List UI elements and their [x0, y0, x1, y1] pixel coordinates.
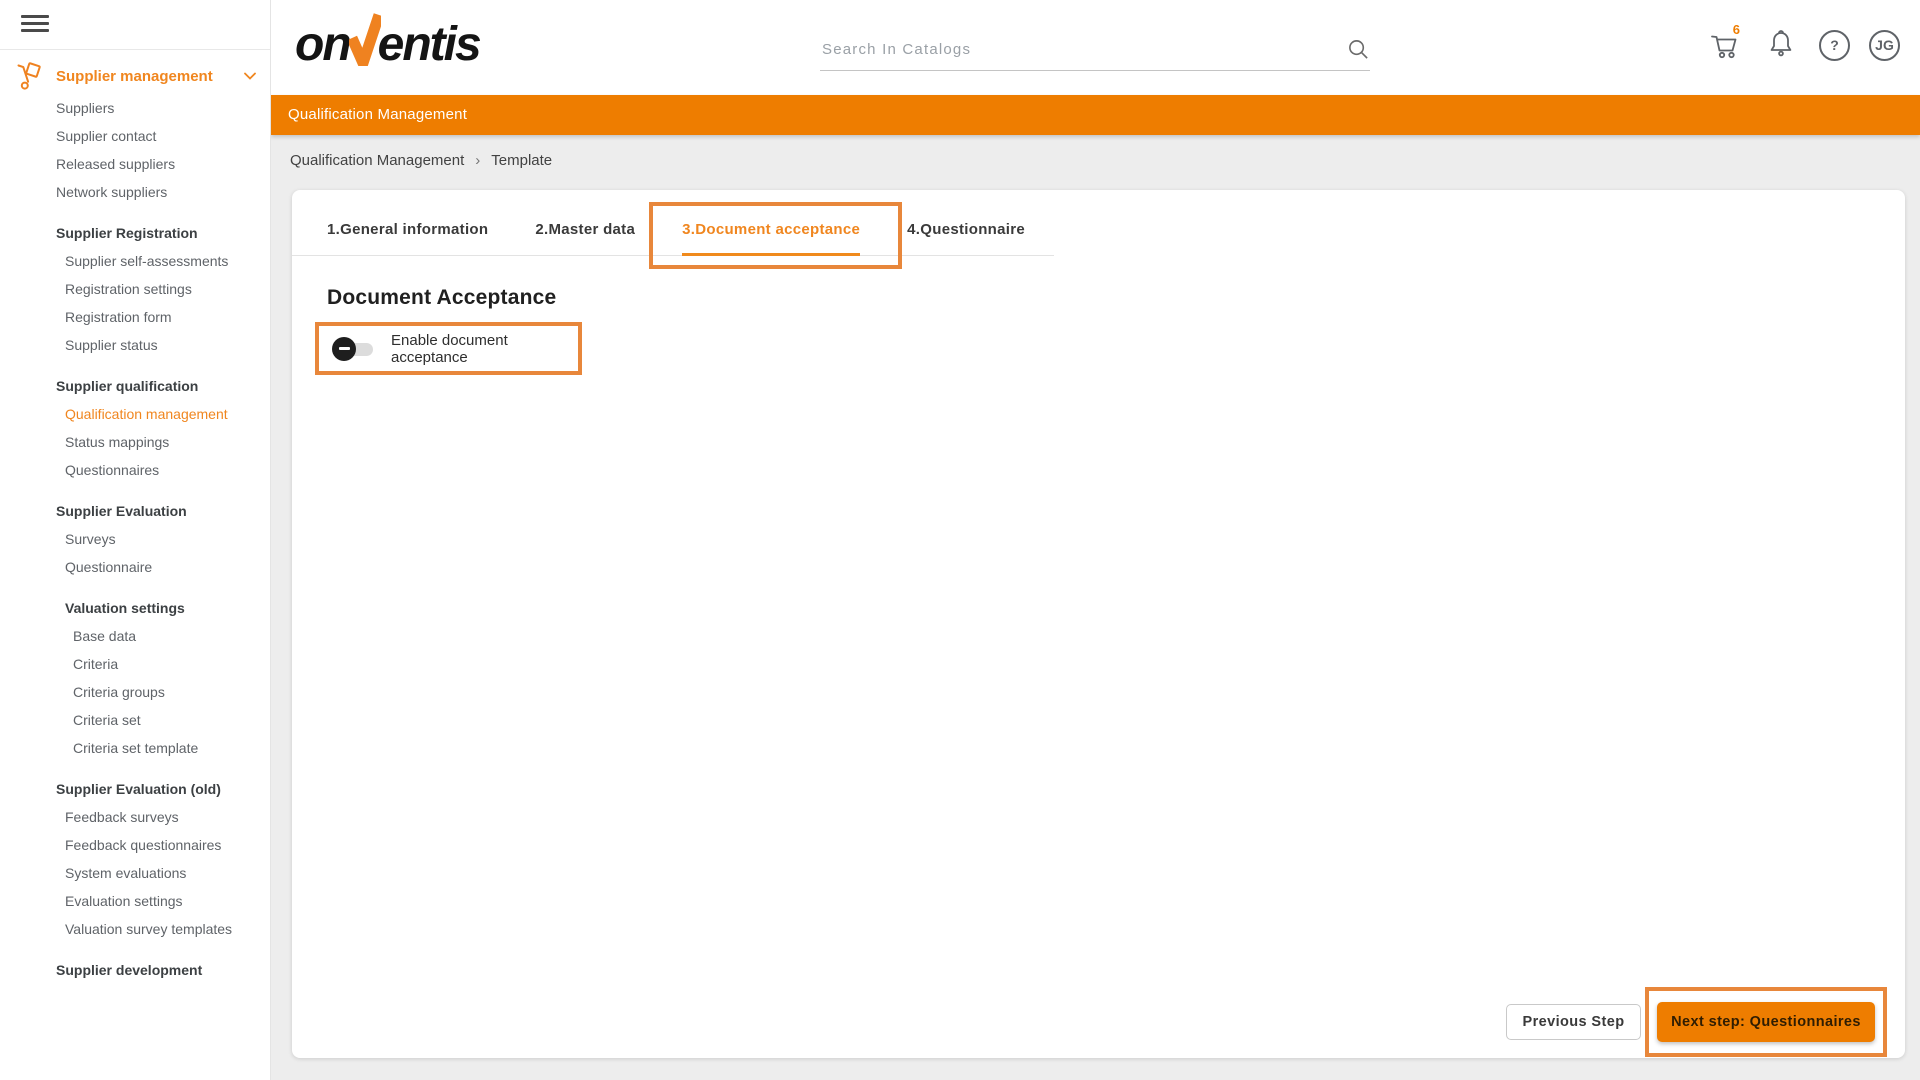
sidebar-item[interactable]: Criteria groups: [0, 678, 270, 706]
sidebar-item[interactable]: Supplier status: [0, 331, 270, 359]
sidebar-item[interactable]: Released suppliers: [0, 150, 270, 178]
notifications-button[interactable]: [1762, 25, 1800, 65]
sidebar-item: Supplier development: [0, 956, 270, 984]
sidebar-item: Supplier Evaluation: [0, 497, 270, 525]
sidebar-item: Supplier Registration: [0, 219, 270, 247]
sidebar-item[interactable]: Criteria set: [0, 706, 270, 734]
document-acceptance-toggle[interactable]: [332, 337, 374, 361]
chevron-right-icon: ›: [475, 152, 480, 169]
tutorial-highlight-toggle: Enable document acceptance: [315, 322, 582, 375]
sidebar-item[interactable]: Supplier contact: [0, 122, 270, 150]
sidebar-item[interactable]: Questionnaires: [0, 456, 270, 484]
sidebar-nav: Supplier management SuppliersSupplier co…: [0, 58, 270, 984]
bell-icon: [1765, 28, 1797, 62]
search-icon[interactable]: [1347, 38, 1370, 61]
chevron-down-icon: [244, 72, 256, 80]
minus-icon: [339, 347, 350, 350]
top-header: on entis 6: [271, 0, 1920, 95]
sidebar: Supplier management SuppliersSupplier co…: [0, 0, 271, 1080]
sidebar-item[interactable]: Evaluation settings: [0, 887, 270, 915]
sidebar-item[interactable]: Surveys: [0, 525, 270, 553]
toggle-label: Enable document acceptance: [391, 332, 578, 366]
header-icons: 6 ?: [1705, 25, 1900, 65]
sidebar-item[interactable]: Criteria set template: [0, 734, 270, 762]
wizard-tabs: 1.General information 2.Master data 3.Docu…: [292, 190, 1054, 256]
sidebar-item[interactable]: Base data: [0, 622, 270, 650]
tab[interactable]: 1.General information: [327, 221, 488, 256]
menu-icon[interactable]: [21, 15, 49, 36]
module-title: Qualification Management: [288, 106, 467, 123]
sidebar-divider: [0, 49, 270, 50]
sidebar-item: Valuation settings: [0, 594, 270, 622]
sidebar-item[interactable]: Suppliers: [0, 94, 270, 122]
logo-text: entis: [378, 22, 480, 68]
sidebar-item-supplier-management[interactable]: Supplier management: [0, 58, 270, 94]
main-area: on entis 6: [271, 0, 1920, 1080]
hand-truck-icon: [15, 61, 45, 91]
sidebar-item[interactable]: Questionnaire: [0, 553, 270, 581]
sidebar-item[interactable]: Qualification management: [0, 400, 270, 428]
sidebar-item[interactable]: Registration settings: [0, 275, 270, 303]
cart-badge: 6: [1733, 22, 1740, 37]
content-area: Qualification Management › Template 1.Ge…: [271, 135, 1920, 1080]
page-title: Document Acceptance: [327, 286, 556, 310]
sidebar-item[interactable]: Valuation survey templates: [0, 915, 270, 943]
user-avatar[interactable]: JG: [1869, 30, 1900, 61]
sidebar-item[interactable]: Feedback questionnaires: [0, 831, 270, 859]
question-icon: ?: [1830, 37, 1839, 53]
toggle-knob: [332, 337, 356, 361]
tab[interactable]: 3.Document acceptance: [682, 221, 860, 256]
logo-text: on: [295, 22, 350, 68]
next-step-button[interactable]: Next step: Questionnaires: [1657, 1002, 1875, 1042]
module-title-bar: Qualification Management: [271, 95, 1920, 135]
sidebar-item[interactable]: Criteria: [0, 650, 270, 678]
search-input[interactable]: [820, 40, 1347, 59]
help-button[interactable]: ?: [1819, 30, 1850, 61]
tab[interactable]: 4.Questionnaire: [907, 221, 1025, 256]
tutorial-highlight-next: Next step: Questionnaires: [1645, 987, 1887, 1057]
cart-button[interactable]: 6: [1705, 25, 1743, 65]
catalog-search: [820, 28, 1370, 71]
breadcrumb: Qualification Management › Template: [290, 152, 552, 169]
sidebar-item: Supplier qualification: [0, 372, 270, 400]
breadcrumb-current: Template: [491, 152, 552, 169]
sidebar-item[interactable]: Supplier self-assessments: [0, 247, 270, 275]
sidebar-item[interactable]: Registration form: [0, 303, 270, 331]
onventis-logo: on entis: [295, 12, 480, 68]
breadcrumb-root[interactable]: Qualification Management: [290, 152, 464, 169]
logo-check-icon: [349, 12, 381, 66]
sidebar-item[interactable]: Network suppliers: [0, 178, 270, 206]
sidebar-item[interactable]: Status mappings: [0, 428, 270, 456]
tab[interactable]: 2.Master data: [535, 221, 635, 256]
previous-step-button[interactable]: Previous Step: [1506, 1004, 1641, 1040]
sidebar-item: Supplier Evaluation (old): [0, 775, 270, 803]
sidebar-item[interactable]: System evaluations: [0, 859, 270, 887]
sidebar-item[interactable]: Feedback surveys: [0, 803, 270, 831]
avatar-initials: JG: [1875, 37, 1894, 53]
sidebar-item-label: Supplier management: [56, 68, 213, 85]
template-card: 1.General information 2.Master data 3.Docu…: [292, 190, 1905, 1058]
